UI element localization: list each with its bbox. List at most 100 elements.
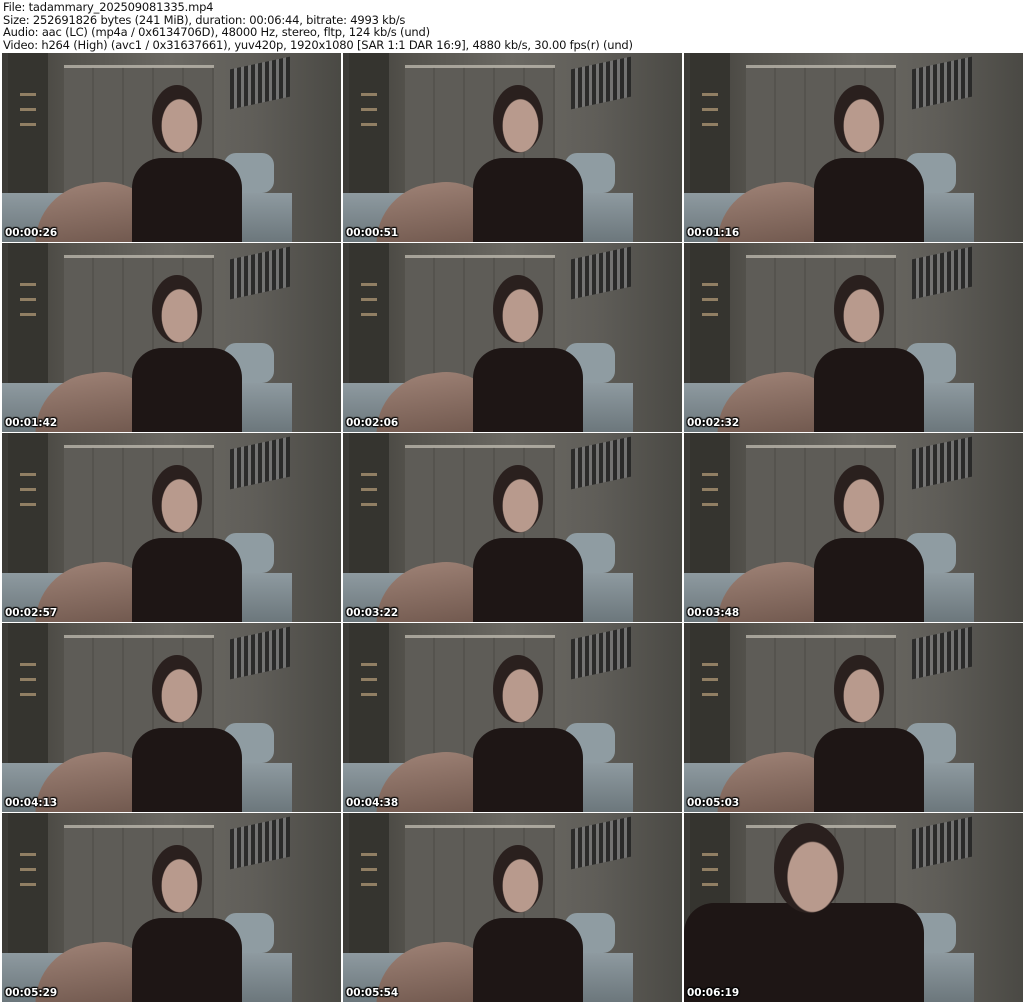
wall-decor (912, 56, 972, 110)
light-strip (746, 255, 896, 258)
video-thumbnail: 00:04:38 (343, 623, 682, 812)
wall-decor (571, 246, 631, 300)
person-head (834, 655, 884, 723)
light-strip (405, 445, 555, 448)
wall-decor (571, 816, 631, 870)
video-thumbnail: 00:05:03 (684, 623, 1023, 812)
thumbnail-timestamp: 00:01:16 (687, 227, 740, 239)
light-strip (746, 445, 896, 448)
person-head (774, 823, 844, 913)
person-head (152, 275, 202, 343)
person-body (814, 728, 924, 812)
wall-decor (571, 436, 631, 490)
video-info: Video: h264 (High) (avc1 / 0x31637661), … (3, 37, 633, 52)
video-thumbnail: 00:01:42 (2, 243, 341, 432)
light-strip (64, 635, 214, 638)
person-body (473, 728, 583, 812)
thumbnail-timestamp: 00:02:06 (346, 417, 399, 429)
light-strip (64, 65, 214, 68)
light-strip (405, 65, 555, 68)
person-head (152, 85, 202, 153)
person-body (132, 918, 242, 1002)
door (8, 53, 48, 193)
person-body (473, 538, 583, 622)
wall-decor (912, 246, 972, 300)
light-strip (746, 65, 896, 68)
person-head (152, 655, 202, 723)
person-head (493, 465, 543, 533)
thumbnail-timestamp: 00:05:54 (346, 987, 399, 999)
file-name: File: tadammary_202509081335.mp4 (3, 0, 214, 14)
thumbnail-timestamp: 00:03:48 (687, 607, 740, 619)
thumbnail-timestamp: 00:05:29 (5, 987, 58, 999)
video-thumbnail: 00:05:54 (343, 813, 682, 1002)
door (349, 53, 389, 193)
door (349, 243, 389, 383)
person-head (493, 655, 543, 723)
wall-decor (230, 626, 290, 680)
video-thumbnail: 00:05:29 (2, 813, 341, 1002)
video-thumbnail: 00:04:13 (2, 623, 341, 812)
thumbnail-timestamp: 00:03:22 (346, 607, 399, 619)
door (8, 433, 48, 573)
door (690, 243, 730, 383)
door (690, 623, 730, 763)
person-body (132, 158, 242, 242)
light-strip (405, 635, 555, 638)
video-thumbnail: 00:03:48 (684, 433, 1023, 622)
wall-decor (571, 56, 631, 110)
person-body (814, 348, 924, 432)
person-head (834, 465, 884, 533)
door (8, 813, 48, 953)
person-head (493, 85, 543, 153)
door (690, 53, 730, 193)
door (349, 813, 389, 953)
thumbnail-grid: 00:00:26 00:00:51 00:01:16 00:01:42 00:02:06… (2, 53, 1023, 1002)
wall-decor (230, 56, 290, 110)
door (8, 243, 48, 383)
door (349, 623, 389, 763)
wall-decor (230, 816, 290, 870)
video-thumbnail: 00:06:19 (684, 813, 1023, 1002)
person-body (132, 348, 242, 432)
light-strip (64, 825, 214, 828)
thumbnail-timestamp: 00:02:57 (5, 607, 58, 619)
person-head (152, 465, 202, 533)
light-strip (405, 255, 555, 258)
audio-info: Audio: aac (LC) (mp4a / 0x6134706D), 480… (3, 25, 430, 39)
wall-decor (230, 246, 290, 300)
wall-decor (912, 436, 972, 490)
person-head (152, 845, 202, 913)
wall-decor (571, 626, 631, 680)
thumbnail-timestamp: 00:04:38 (346, 797, 399, 809)
thumbnail-timestamp: 00:00:26 (5, 227, 58, 239)
thumbnail-timestamp: 00:05:03 (687, 797, 740, 809)
light-strip (64, 255, 214, 258)
light-strip (64, 445, 214, 448)
person-body (132, 728, 242, 812)
video-thumbnail: 00:03:22 (343, 433, 682, 622)
video-thumbnail: 00:02:32 (684, 243, 1023, 432)
wall-decor (912, 626, 972, 680)
person-body (473, 158, 583, 242)
video-thumbnail: 00:02:06 (343, 243, 682, 432)
person-body (473, 918, 583, 1002)
person-body (473, 348, 583, 432)
thumbnail-timestamp: 00:04:13 (5, 797, 58, 809)
person-head (493, 845, 543, 913)
thumbnail-timestamp: 00:02:32 (687, 417, 740, 429)
person-head (493, 275, 543, 343)
video-thumbnail: 00:02:57 (2, 433, 341, 622)
person-body (132, 538, 242, 622)
wall-decor (230, 436, 290, 490)
person-head (834, 275, 884, 343)
door (349, 433, 389, 573)
video-thumbnail: 00:00:51 (343, 53, 682, 242)
file-info-header: File: tadammary_202509081335.mp4 Size: 2… (3, 1, 633, 51)
light-strip (746, 635, 896, 638)
wall-decor (912, 816, 972, 870)
video-thumbnail: 00:01:16 (684, 53, 1023, 242)
thumbnail-timestamp: 00:06:19 (687, 987, 740, 999)
person-head (834, 85, 884, 153)
thumbnail-timestamp: 00:01:42 (5, 417, 58, 429)
